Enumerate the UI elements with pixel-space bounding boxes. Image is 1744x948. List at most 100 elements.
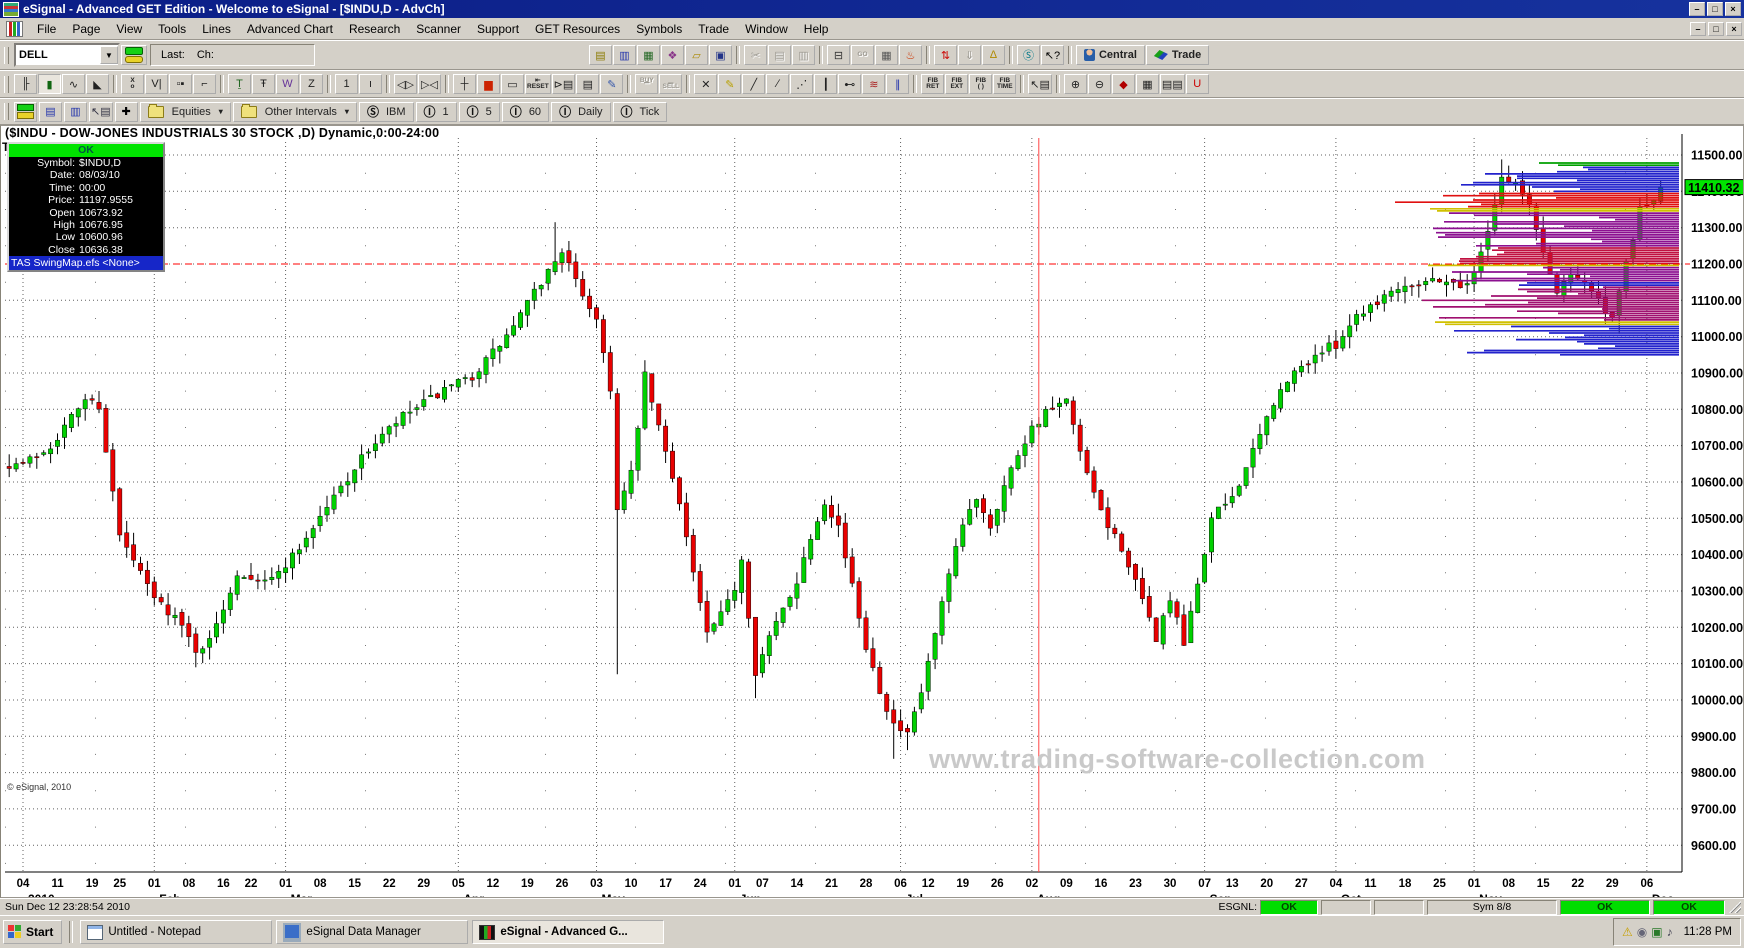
paste-button[interactable]: ▥ (791, 45, 815, 65)
parallel-lines-tool-button[interactable]: ≋ (862, 74, 886, 94)
link-colors-button[interactable] (14, 101, 37, 122)
central-button[interactable]: Central (1075, 45, 1145, 65)
interval-tick-button[interactable]: Ⓘ Tick (612, 101, 668, 122)
page-edit-button[interactable]: ✎ (600, 74, 624, 94)
elliott-expert-button[interactable]: Ṯ (228, 74, 251, 94)
copy-button[interactable]: ▤ (767, 45, 791, 65)
mdi-restore-button[interactable]: □ (1708, 21, 1724, 36)
sell-order-button[interactable]: ▁ SELL (659, 74, 683, 94)
pointer-page-button[interactable]: ↖▤ (89, 101, 113, 122)
interval-5-button[interactable]: Ⓘ 5 (458, 101, 500, 122)
step-down-button[interactable]: ı (359, 74, 382, 94)
notes-pages-button[interactable]: ▤▤ (1159, 74, 1185, 94)
open-page-button[interactable]: ▱ (684, 45, 708, 65)
menu-support[interactable]: Support (469, 20, 527, 38)
renko-button[interactable]: ▫▪ (169, 74, 192, 94)
alerts-bell-button[interactable]: Δ (981, 45, 1005, 65)
chart-canvas[interactable]: 11500.0011400.0011300.0011200.0011100.00… (1, 126, 1744, 898)
channel-tool-button[interactable]: ∥ (886, 74, 910, 94)
page-forward-button[interactable]: ⊳▤ (551, 74, 576, 94)
task-esignal-advanced-g-[interactable]: eSignal - Advanced G... (472, 920, 665, 944)
combobox-dropdown-icon[interactable]: ▼ (100, 46, 118, 64)
reset-button[interactable]: ⇤ RESET (525, 74, 551, 94)
up-down-ticker-button[interactable]: ⇅ (933, 45, 957, 65)
symbol-search-button[interactable]: Ⓢ (1016, 45, 1040, 65)
interval-daily-button[interactable]: Ⓘ Daily (551, 101, 611, 122)
toolbar-grip[interactable] (4, 46, 9, 64)
zoom-in-button[interactable]: ⊕ (1063, 74, 1087, 94)
buy-order-button[interactable]: BUY ▔ (635, 74, 659, 94)
restore-button[interactable]: □ (1707, 2, 1723, 16)
playback-forward-button[interactable]: ▷◁ (418, 74, 441, 94)
page-add-button[interactable]: ▤ (39, 101, 62, 122)
menu-symbols[interactable]: Symbols (628, 20, 690, 38)
download-data-button[interactable]: ⇓ (957, 45, 981, 65)
composite-page-button[interactable]: ❖ (660, 45, 684, 65)
menu-tools[interactable]: Tools (150, 20, 194, 38)
toolbar-grip[interactable] (4, 75, 9, 93)
menu-trade[interactable]: Trade (690, 20, 737, 38)
toolbar-grip[interactable] (4, 103, 9, 120)
menu-view[interactable]: View (108, 20, 150, 38)
task-esignal-data-manager[interactable]: eSignal Data Manager (276, 920, 469, 944)
other-intervals-dropdown[interactable]: Other Intervals ▾ (232, 101, 357, 122)
candlestick-type-button[interactable]: ▮ (38, 74, 61, 94)
swing-tool-button[interactable]: Z (300, 74, 323, 94)
task-untitled-notepad[interactable]: Untitled - Notepad (80, 920, 273, 944)
menu-scanner[interactable]: Scanner (408, 20, 469, 38)
eraser-button[interactable]: ◆ (1111, 74, 1135, 94)
new-chart-button[interactable]: ▥ (612, 45, 636, 65)
hot-lists-button[interactable]: ♨ (898, 45, 922, 65)
save-page-button[interactable]: ▣ (708, 45, 732, 65)
close-button[interactable]: × (1725, 2, 1741, 16)
color-bars-button[interactable]: ▆ (477, 74, 500, 94)
start-button[interactable]: Start (3, 920, 63, 944)
minimize-button[interactable]: – (1689, 2, 1705, 16)
interval-60-button[interactable]: Ⓘ 60 (501, 101, 550, 122)
horizontal-segment-tool-button[interactable]: ⊷ (838, 74, 862, 94)
go-button[interactable]: GO (850, 45, 874, 65)
fib-time-button[interactable]: FIB TIME (993, 74, 1017, 94)
page-duplicate-button[interactable]: ▥ (64, 101, 87, 122)
candle-u-button[interactable]: U (1185, 74, 1209, 94)
crosshair-button[interactable]: ┼ (453, 74, 476, 94)
bar-chart-type-button[interactable]: ╟ (14, 74, 37, 94)
line-chart-type-button[interactable]: ∿ (62, 74, 85, 94)
kagi-button[interactable]: ⌐ (193, 74, 216, 94)
symbol-combobox[interactable]: DELL ▼ (14, 43, 120, 67)
step-up-button[interactable]: 1 (335, 74, 358, 94)
menu-lines[interactable]: Lines (194, 20, 239, 38)
page-copy-button[interactable]: ▤ (576, 74, 600, 94)
mdi-close-button[interactable]: × (1726, 21, 1742, 36)
segment-tool-button[interactable]: ∕ (766, 74, 790, 94)
polyline-tool-button[interactable]: ⋰ (790, 74, 814, 94)
symbol-link-button[interactable] (121, 45, 147, 65)
vertical-line-tool-button[interactable]: ┃ (814, 74, 838, 94)
shield-icon[interactable]: ⚠ (1622, 925, 1633, 939)
menu-get-resources[interactable]: GET Resources (527, 20, 628, 38)
point-and-figure-button[interactable]: Xo (121, 74, 144, 94)
time-and-sales-button[interactable]: ▦ (874, 45, 898, 65)
new-page-button[interactable]: ▤ (588, 45, 612, 65)
menu-file[interactable]: File (29, 20, 64, 38)
zoom-out-button[interactable]: ⊖ (1087, 74, 1111, 94)
trade-button[interactable]: Trade (1145, 45, 1210, 65)
context-help-button[interactable]: ↖? (1040, 45, 1064, 65)
auto-gann-button[interactable]: W (276, 74, 299, 94)
resize-grip[interactable] (1729, 901, 1741, 913)
menu-help[interactable]: Help (796, 20, 837, 38)
trendline-tool-button[interactable]: ╱ (742, 74, 766, 94)
fib-retracement-button[interactable]: FIB RET (921, 74, 945, 94)
quote-window-button[interactable]: ▦ (636, 45, 660, 65)
print-button[interactable]: ⊟ (826, 45, 850, 65)
delete-tool-button[interactable]: ✕ (694, 74, 718, 94)
menu-page[interactable]: Page (64, 20, 108, 38)
pencil-tool-button[interactable]: ✎ (718, 74, 742, 94)
symbol-ibm-button[interactable]: Ⓢ IBM (358, 101, 414, 122)
line-break-button[interactable]: V| (145, 74, 168, 94)
cut-button[interactable]: ✂ (743, 45, 767, 65)
equities-dropdown[interactable]: Equities ▾ (139, 101, 231, 122)
pointer-tag-button[interactable]: ↖▤ (1028, 74, 1052, 94)
speaker-icon[interactable]: ♪ (1667, 925, 1673, 939)
mountain-chart-type-button[interactable]: ◣ (86, 74, 109, 94)
